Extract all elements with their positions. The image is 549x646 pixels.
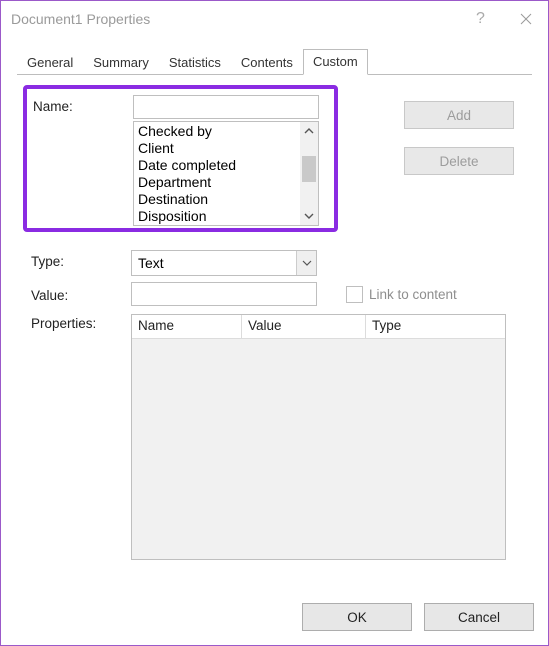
properties-table-wrap: Name Value Type xyxy=(131,312,506,560)
tabpanel-custom: Name: Checked by Client Date completed D… xyxy=(17,75,532,585)
name-suggestion-items: Checked by Client Date completed Departm… xyxy=(134,122,318,225)
list-item[interactable]: Date completed xyxy=(138,157,318,174)
link-to-content-label: Link to content xyxy=(369,287,457,302)
link-to-content-checkbox[interactable] xyxy=(346,286,363,303)
dialog-footer: OK Cancel xyxy=(302,603,534,631)
properties-table[interactable]: Name Value Type xyxy=(131,314,506,560)
scrollbar[interactable] xyxy=(300,122,318,225)
list-item[interactable]: Disposition xyxy=(138,208,318,225)
type-row: Type: Text xyxy=(31,250,518,276)
col-type[interactable]: Type xyxy=(366,315,489,339)
help-icon: ? xyxy=(476,10,485,28)
type-field-col: Text xyxy=(131,250,326,276)
col-spacer xyxy=(489,315,505,339)
table-header: Name Value Type xyxy=(132,315,505,339)
cancel-button[interactable]: Cancel xyxy=(424,603,534,631)
type-select-value: Text xyxy=(132,255,164,271)
tab-statistics[interactable]: Statistics xyxy=(159,50,231,75)
name-label: Name: xyxy=(33,95,133,226)
col-value[interactable]: Value xyxy=(242,315,366,339)
window-title: Document1 Properties xyxy=(11,11,458,27)
value-field-col xyxy=(131,282,326,306)
list-item[interactable]: Destination xyxy=(138,191,318,208)
properties-row: Properties: Name Value Type xyxy=(31,312,518,560)
col-name[interactable]: Name xyxy=(132,315,242,339)
close-icon xyxy=(520,13,532,25)
scroll-thumb[interactable] xyxy=(302,156,316,182)
link-wrap: Link to content xyxy=(326,286,518,303)
titlebar: Document1 Properties ? xyxy=(1,1,548,37)
properties-label: Properties: xyxy=(31,312,131,331)
tab-general[interactable]: General xyxy=(17,50,83,75)
scroll-up-icon[interactable] xyxy=(300,122,318,140)
tab-contents[interactable]: Contents xyxy=(231,50,303,75)
tab-summary[interactable]: Summary xyxy=(83,50,159,75)
list-item[interactable]: Client xyxy=(138,140,318,157)
add-button[interactable]: Add xyxy=(404,101,514,129)
close-button[interactable] xyxy=(503,1,548,37)
tabstrip: General Summary Statistics Contents Cust… xyxy=(17,49,532,75)
name-field-col: Checked by Client Date completed Departm… xyxy=(133,95,328,226)
scroll-down-icon[interactable] xyxy=(300,207,318,225)
name-row: Name: Checked by Client Date completed D… xyxy=(31,93,518,240)
name-input[interactable] xyxy=(133,95,319,119)
value-input[interactable] xyxy=(131,282,317,306)
name-suggestion-list[interactable]: Checked by Client Date completed Departm… xyxy=(133,121,319,226)
help-button[interactable]: ? xyxy=(458,1,503,37)
delete-button[interactable]: Delete xyxy=(404,147,514,175)
side-buttons: Add Delete xyxy=(332,93,518,175)
name-highlight: Name: Checked by Client Date completed D… xyxy=(23,85,338,232)
dialog-content: General Summary Statistics Contents Cust… xyxy=(1,37,548,585)
value-row: Value: Link to content xyxy=(31,282,518,306)
properties-dialog: Document1 Properties ? General Summary S… xyxy=(0,0,549,646)
chevron-down-icon xyxy=(296,251,316,275)
ok-button[interactable]: OK xyxy=(302,603,412,631)
type-label: Type: xyxy=(31,250,131,269)
value-label: Value: xyxy=(31,286,131,303)
list-item[interactable]: Department xyxy=(138,174,318,191)
table-body xyxy=(132,339,505,559)
list-item[interactable]: Checked by xyxy=(138,123,318,140)
tab-custom[interactable]: Custom xyxy=(303,49,368,75)
type-select[interactable]: Text xyxy=(131,250,317,276)
